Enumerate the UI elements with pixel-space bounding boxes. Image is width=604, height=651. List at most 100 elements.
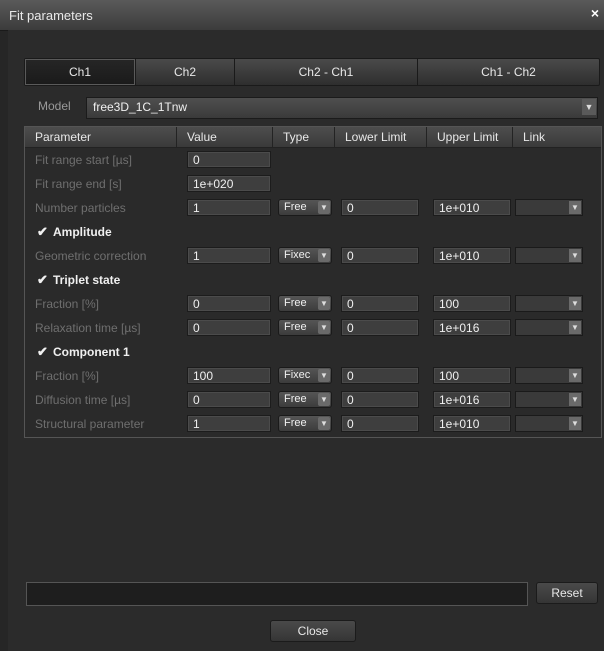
type-select[interactable]: Fixec ▼ <box>278 247 332 264</box>
chevron-down-icon: ▼ <box>569 321 581 334</box>
parameter-name: Number particles <box>35 201 126 215</box>
section-label: Triplet state <box>53 273 121 287</box>
lower-limit-input[interactable]: 0 <box>341 415 419 432</box>
parameter-name: Structural parameter <box>35 417 145 431</box>
type-select[interactable]: Free ▼ <box>278 415 332 432</box>
chevron-down-icon: ▼ <box>318 393 330 406</box>
chevron-down-icon: ▼ <box>318 369 330 382</box>
type-select[interactable]: Free ▼ <box>278 391 332 408</box>
chevron-down-icon: ▼ <box>318 201 330 214</box>
table-row: Fit range start [µs] 0 <box>25 149 601 172</box>
lower-limit-input[interactable]: 0 <box>341 199 419 216</box>
fit-parameters-window: Fit parameters × Ch1 Ch2 Ch2 - Ch1 Ch1 -… <box>0 0 604 651</box>
value-input[interactable]: 0 <box>187 295 271 312</box>
section-label: Amplitude <box>53 225 112 239</box>
upper-limit-input[interactable]: 1e+010 <box>433 199 511 216</box>
section-row: ✔ Component 1 <box>25 341 601 364</box>
table-row: Structural parameter 1 Free ▼ 0 1e+010 ▼ <box>25 413 601 436</box>
table-row: Fraction [%] 100 Fixec ▼ 0 100 ▼ <box>25 365 601 388</box>
upper-limit-input[interactable]: 1e+016 <box>433 319 511 336</box>
header-upper-limit: Upper Limit <box>427 127 513 147</box>
model-value: free3D_1C_1Tnw <box>93 100 188 114</box>
tab-ch1[interactable]: Ch1 <box>25 59 136 85</box>
type-select[interactable]: Free ▼ <box>278 295 332 312</box>
model-select[interactable]: free3D_1C_1Tnw ▼ <box>86 97 598 119</box>
status-bar <box>26 582 528 606</box>
value-input[interactable]: 0 <box>187 391 271 408</box>
lower-limit-input[interactable]: 0 <box>341 367 419 384</box>
tab-ch2-minus-ch1[interactable]: Ch2 - Ch1 <box>235 59 418 85</box>
chevron-down-icon: ▼ <box>569 417 581 430</box>
parameter-name: Fraction [%] <box>35 369 100 383</box>
type-value: Free <box>284 417 307 429</box>
type-select[interactable]: Free ▼ <box>278 199 332 216</box>
parameter-name: Fit range start [µs] <box>35 153 132 167</box>
type-value: Free <box>284 297 307 309</box>
table-row: Fraction [%] 0 Free ▼ 0 100 ▼ <box>25 293 601 316</box>
model-row: Model free3D_1C_1Tnw ▼ <box>24 96 598 119</box>
checkbox-icon[interactable]: ✔ <box>37 224 48 240</box>
section-row: ✔ Amplitude <box>25 221 601 244</box>
value-input[interactable]: 1 <box>187 415 271 432</box>
value-input[interactable]: 1e+020 <box>187 175 271 192</box>
tab-ch1-minus-ch2[interactable]: Ch1 - Ch2 <box>418 59 599 85</box>
type-select[interactable]: Fixec ▼ <box>278 367 332 384</box>
checkbox-icon[interactable]: ✔ <box>37 272 48 288</box>
value-input[interactable]: 1 <box>187 199 271 216</box>
parameter-table: Parameter Value Type Lower Limit Upper L… <box>24 126 602 438</box>
header-value: Value <box>177 127 273 147</box>
lower-limit-input[interactable]: 0 <box>341 295 419 312</box>
type-select[interactable]: Free ▼ <box>278 319 332 336</box>
tab-ch2[interactable]: Ch2 <box>136 59 235 85</box>
link-select[interactable]: ▼ <box>515 319 583 336</box>
chevron-down-icon: ▼ <box>569 369 581 382</box>
chevron-down-icon: ▼ <box>569 249 581 262</box>
parameter-name: Geometric correction <box>35 249 147 263</box>
chevron-down-icon: ▼ <box>582 99 596 115</box>
link-select[interactable]: ▼ <box>515 247 583 264</box>
header-lower-limit: Lower Limit <box>335 127 427 147</box>
upper-limit-input[interactable]: 100 <box>433 367 511 384</box>
link-select[interactable]: ▼ <box>515 199 583 216</box>
upper-limit-input[interactable]: 1e+010 <box>433 247 511 264</box>
link-select[interactable]: ▼ <box>515 367 583 384</box>
chevron-down-icon: ▼ <box>318 249 330 262</box>
type-value: Free <box>284 321 307 333</box>
value-input[interactable]: 0 <box>187 319 271 336</box>
model-label: Model <box>38 99 71 113</box>
chevron-down-icon: ▼ <box>318 417 330 430</box>
table-row: Number particles 1 Free ▼ 0 1e+010 ▼ <box>25 197 601 220</box>
link-select[interactable]: ▼ <box>515 295 583 312</box>
upper-limit-input[interactable]: 1e+010 <box>433 415 511 432</box>
parameter-name: Fit range end [s] <box>35 177 122 191</box>
header-type: Type <box>273 127 335 147</box>
value-input[interactable]: 100 <box>187 367 271 384</box>
chevron-down-icon: ▼ <box>569 297 581 310</box>
window-title: Fit parameters <box>9 8 93 23</box>
upper-limit-input[interactable]: 100 <box>433 295 511 312</box>
close-window-icon[interactable]: × <box>586 4 604 22</box>
lower-limit-input[interactable]: 0 <box>341 319 419 336</box>
table-row: Diffusion time [µs] 0 Free ▼ 0 1e+016 ▼ <box>25 389 601 412</box>
type-value: Free <box>284 393 307 405</box>
value-input[interactable]: 0 <box>187 151 271 168</box>
table-row: Fit range end [s] 1e+020 <box>25 173 601 196</box>
link-select[interactable]: ▼ <box>515 415 583 432</box>
reset-button[interactable]: Reset <box>536 582 598 604</box>
chevron-down-icon: ▼ <box>318 297 330 310</box>
parameter-name: Fraction [%] <box>35 297 100 311</box>
close-button[interactable]: Close <box>270 620 356 642</box>
section-label: Component 1 <box>53 345 130 359</box>
lower-limit-input[interactable]: 0 <box>341 247 419 264</box>
type-value: Free <box>284 201 307 213</box>
table-row: Geometric correction 1 Fixec ▼ 0 1e+010 ▼ <box>25 245 601 268</box>
lower-limit-input[interactable]: 0 <box>341 391 419 408</box>
upper-limit-input[interactable]: 1e+016 <box>433 391 511 408</box>
checkbox-icon[interactable]: ✔ <box>37 344 48 360</box>
table-header: Parameter Value Type Lower Limit Upper L… <box>25 127 601 148</box>
channel-tabs: Ch1 Ch2 Ch2 - Ch1 Ch1 - Ch2 <box>24 58 600 86</box>
value-input[interactable]: 1 <box>187 247 271 264</box>
link-select[interactable]: ▼ <box>515 391 583 408</box>
table-row: Relaxation time [µs] 0 Free ▼ 0 1e+016 ▼ <box>25 317 601 340</box>
title-bar: Fit parameters × <box>0 0 604 31</box>
